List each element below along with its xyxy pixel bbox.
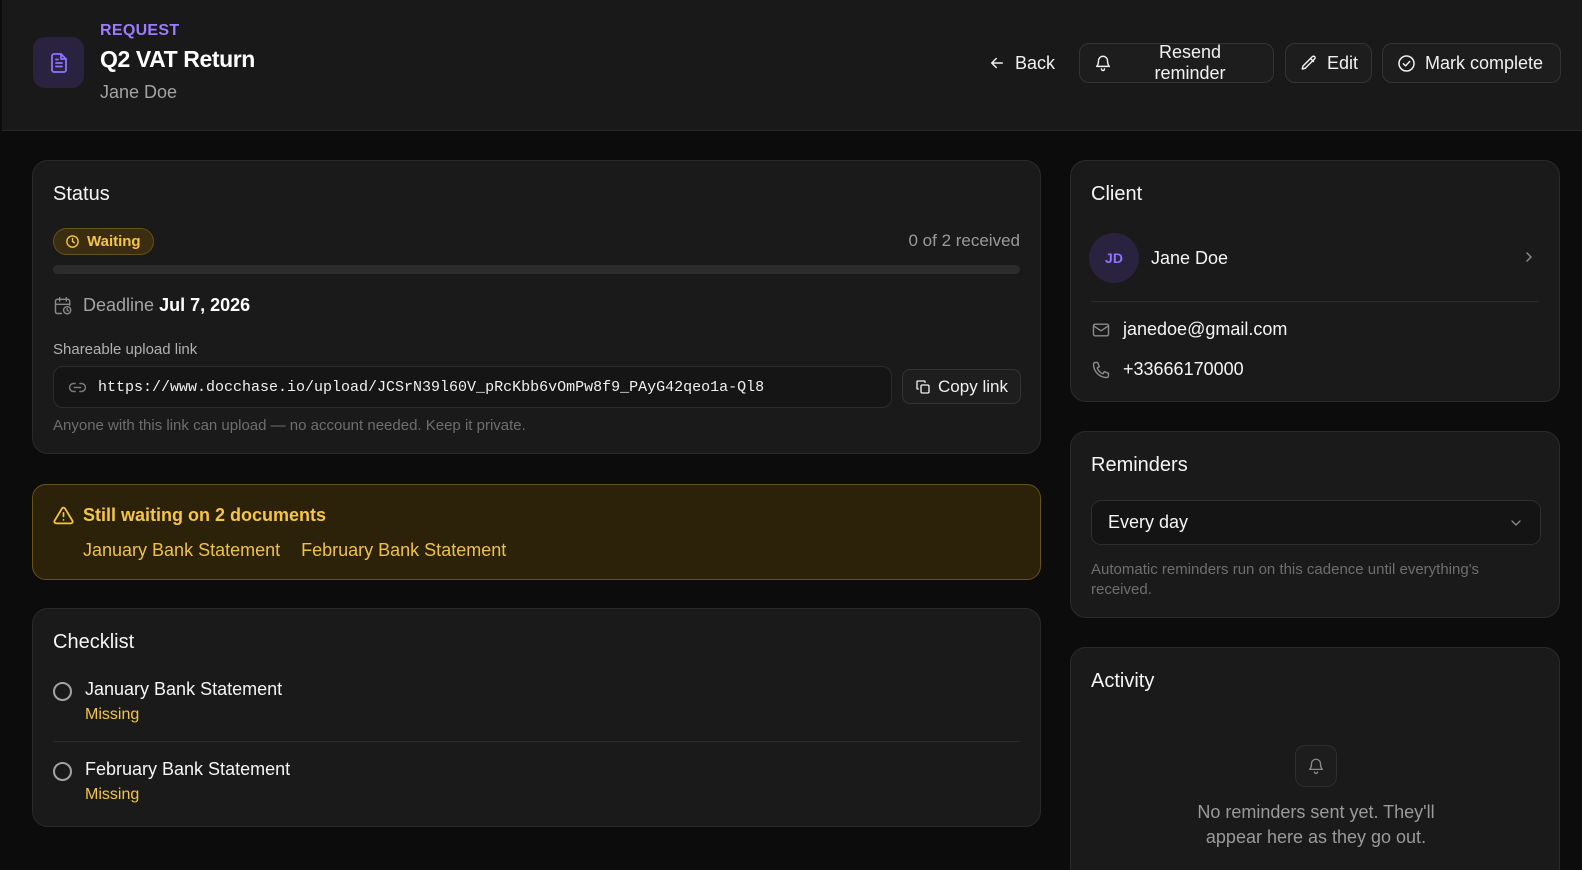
edit-label: Edit	[1327, 52, 1359, 73]
divider	[1091, 301, 1539, 302]
received-count: 0 of 2 received	[908, 231, 1020, 250]
link-icon	[68, 382, 87, 392]
avatar: JD	[1089, 233, 1139, 283]
page-subtitle: Jane Doe	[100, 82, 178, 102]
chevron-right-icon[interactable]	[1521, 249, 1537, 265]
checklist-item-status: Missing	[85, 706, 140, 723]
checklist-item-name: February Bank Statement	[85, 759, 291, 779]
reminders-help: Automatic reminders run on this cadence …	[1091, 561, 1480, 598]
arrow-left-icon	[991, 57, 1003, 69]
bell-icon	[1295, 745, 1337, 787]
reminders-card: Reminders Every day Automatic reminders …	[1070, 431, 1560, 618]
mail-icon	[1092, 322, 1110, 337]
activity-empty-state: No reminders sent yet. They'll appear he…	[1197, 802, 1435, 847]
waiting-alert: Still waiting on 2 documents January Ban…	[32, 484, 1041, 580]
mark-complete-label: Mark complete	[1425, 52, 1544, 73]
status-badge-label: Waiting	[87, 233, 141, 250]
clock-icon	[66, 235, 79, 248]
document-icon	[33, 37, 84, 88]
check-circle-icon	[1398, 54, 1415, 72]
activity-card: Activity No reminders sent yet. They'll …	[1070, 647, 1560, 870]
resend-reminder-button[interactable]: Resend reminder	[1079, 42, 1274, 83]
client-phone-row: +33666170000	[1091, 359, 1244, 380]
page-title: Q2 VAT Return	[100, 46, 255, 72]
alert-title: Still waiting on 2 documents	[83, 505, 327, 525]
checkbox[interactable]	[53, 682, 72, 701]
back-button[interactable]: Back	[974, 43, 1069, 83]
client-phone[interactable]: +33666170000	[1123, 359, 1244, 380]
progress-bar	[53, 265, 1020, 274]
activity-title: Activity	[1091, 670, 1155, 692]
chevron-down-icon	[1511, 519, 1521, 526]
alert-item: February Bank Statement	[301, 540, 507, 560]
resend-reminder-label: Resend reminder	[1154, 42, 1226, 83]
page-eyebrow: REQUEST	[100, 22, 180, 39]
status-badge: Waiting	[53, 228, 154, 255]
share-link-field[interactable]: https://www.docchase.io/upload/JCSrN39l6…	[53, 366, 892, 408]
mark-complete-button[interactable]: Mark complete	[1382, 43, 1561, 83]
deadline-label: Deadline	[83, 295, 155, 315]
pencil-icon	[1301, 55, 1316, 70]
calendar-clock-icon	[54, 296, 72, 314]
checklist-item-name: January Bank Statement	[85, 679, 283, 699]
share-link-help: Anyone with this link can upload — no ac…	[53, 417, 526, 434]
client-title: Client	[1091, 183, 1143, 205]
checklist-item-status: Missing	[85, 786, 140, 803]
warning-icon	[53, 506, 74, 525]
alert-item: January Bank Statement	[83, 540, 281, 560]
client-name[interactable]: Jane Doe	[1151, 248, 1228, 269]
phone-icon	[1092, 361, 1110, 378]
status-title: Status	[53, 183, 110, 205]
checklist-item: January Bank Statement Missing	[53, 671, 1020, 751]
back-label: Back	[1015, 52, 1056, 73]
checklist-title: Checklist	[53, 631, 135, 653]
divider	[53, 741, 1020, 742]
client-email[interactable]: janedoe@gmail.com	[1123, 319, 1287, 340]
share-link-url: https://www.docchase.io/upload/JCSrN39l6…	[98, 378, 765, 396]
alert-items: January Bank Statement February Bank Sta…	[83, 540, 506, 561]
checkbox[interactable]	[53, 762, 72, 781]
client-email-row: janedoe@gmail.com	[1091, 319, 1287, 340]
client-card: Client JD Jane Doe janedoe@gmail.com +33…	[1070, 160, 1560, 402]
copy-icon	[916, 379, 930, 394]
deadline-value: Jul 7, 2026	[159, 295, 251, 315]
checklist-card: Checklist January Bank Statement Missing…	[32, 608, 1041, 827]
edit-button[interactable]: Edit	[1285, 43, 1372, 83]
copy-link-label: Copy link	[938, 376, 1008, 396]
copy-link-button[interactable]: Copy link	[902, 369, 1021, 404]
bell-icon	[1095, 55, 1111, 72]
status-card: Status Waiting 0 of 2 received Deadline …	[32, 160, 1041, 454]
page-header: REQUEST Q2 VAT Return Jane Doe Back Rese…	[2, 0, 1582, 131]
checklist-item: February Bank Statement Missing	[53, 751, 1020, 831]
share-link-label: Shareable upload link	[53, 341, 198, 358]
reminder-cadence-value: Every day	[1108, 512, 1189, 532]
reminders-title: Reminders	[1091, 454, 1188, 476]
reminder-cadence-select[interactable]: Every day	[1091, 500, 1541, 545]
deadline: Deadline Jul 7, 2026	[53, 295, 250, 316]
